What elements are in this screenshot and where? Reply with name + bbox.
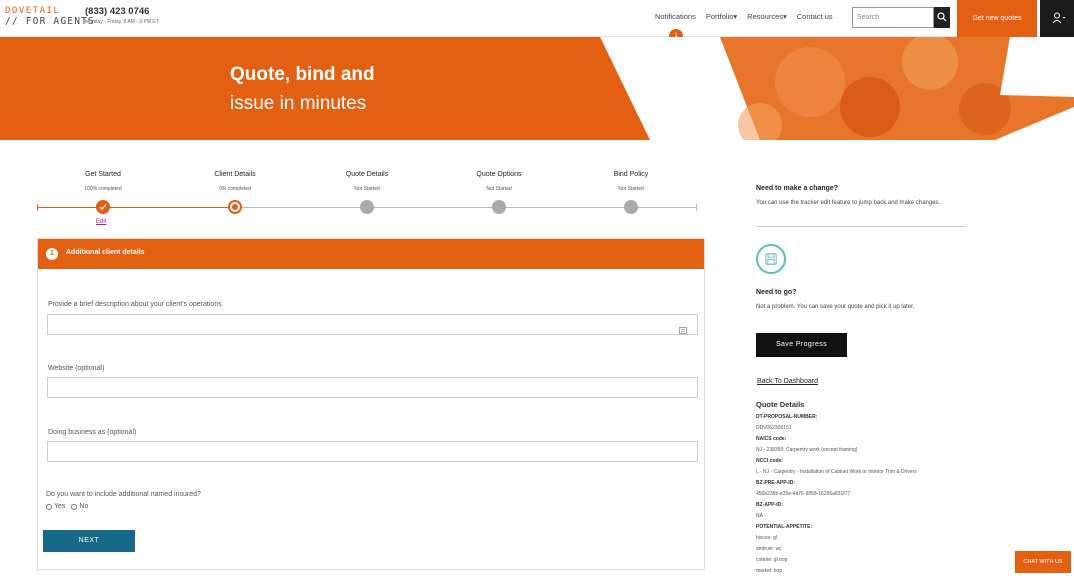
top-navigation: DOVETAIL // FOR AGENTS (833) 423 0746 Mo… <box>0 0 1074 37</box>
checkmark-icon <box>99 204 107 210</box>
detail-value: hiscox: gl <box>756 535 777 541</box>
detail-value: coterie: gl bop <box>756 557 788 563</box>
tracker-cap-right <box>696 204 697 211</box>
detail-key: NCCI code: <box>756 458 783 464</box>
tracker-cap-left <box>37 204 38 211</box>
go-title-wrap: Need to go? <box>756 289 796 296</box>
logo-line2: // FOR AGENTS <box>5 16 95 27</box>
step-pending-dot <box>360 200 374 214</box>
sidebar-divider <box>756 226 966 227</box>
edit-step-link[interactable]: Edit <box>96 219 106 225</box>
detail-key: NAICS code: <box>756 436 787 442</box>
logo-line1: DOVETAIL <box>5 6 61 16</box>
detail-key: POTENTIAL-APPETITE: <box>756 524 813 530</box>
detail-value: markel: bop <box>756 568 783 574</box>
back-to-dashboard-link[interactable]: Back To Dashboard <box>757 378 818 385</box>
tracker-step-client-details: Client Details 0% completed <box>175 171 295 192</box>
website-label: Website (optional) <box>48 365 105 372</box>
dba-label: Doing business as (optional) <box>48 429 137 436</box>
detail-key: BZ-APP-ID: <box>756 502 783 508</box>
step-title: Get Started <box>85 171 121 178</box>
step-title: Quote Details <box>345 171 389 178</box>
detail-value: NA <box>756 513 763 519</box>
get-new-quotes-button[interactable]: Get new quotes <box>957 0 1037 37</box>
nav-contact[interactable]: Contact us <box>797 12 833 21</box>
radio-no-label: No <box>79 503 89 510</box>
step-status: 100% completed <box>84 186 122 192</box>
named-insured-radio-group: Yes No <box>46 503 94 510</box>
tracker-step-quote-options: Quote Options Not Started <box>439 171 559 192</box>
radio-yes[interactable]: Yes <box>46 503 65 510</box>
step-complete-dot[interactable] <box>96 200 110 214</box>
search-icon <box>937 12 947 22</box>
next-button[interactable]: NEXT <box>43 530 135 552</box>
quote-details-title: Quote Details <box>756 400 805 409</box>
detail-value: L - NJ - Carpentry - Installation of Cab… <box>756 469 917 475</box>
hero-decoration <box>600 37 1074 140</box>
client-details-form: 1 Additional client details Provide a br… <box>37 238 705 570</box>
detail-value: DDV062300151 <box>756 425 792 431</box>
nav-resources[interactable]: Resources▾ <box>747 12 787 21</box>
website-field[interactable] <box>47 377 698 398</box>
radio-circle[interactable] <box>46 503 52 510</box>
nav-portfolio[interactable]: Portfolio▾ <box>706 12 737 21</box>
user-icon <box>1052 12 1066 24</box>
user-menu-button[interactable] <box>1040 0 1074 37</box>
tracker-step-get-started: Get Started 100% completed <box>43 171 163 192</box>
step-status: Not Started <box>486 186 512 192</box>
change-heading: Need to make a change? <box>756 185 839 192</box>
named-insured-question: Do you want to include additional named … <box>46 491 201 498</box>
contact-phone: (833) 423 0746 Monday - Friday, 8 AM - 9… <box>85 6 159 25</box>
detail-value: amtrust: wc <box>756 546 782 552</box>
search-input[interactable]: Search <box>852 7 934 28</box>
business-hours: Monday - Friday, 8 AM - 9 PM ET <box>85 19 159 25</box>
dovetail-logo[interactable]: DOVETAIL // FOR AGENTS <box>5 6 95 27</box>
dba-field[interactable] <box>47 441 698 462</box>
search-button[interactable] <box>934 7 950 28</box>
change-text: You can use the tracker edit feature to … <box>756 200 941 206</box>
hero-banner: Quote, bind and issue in minutes <box>0 37 1074 140</box>
step-status: 0% completed <box>219 186 251 192</box>
chat-with-us-button[interactable]: CHAT WITH US <box>1015 551 1071 573</box>
section-number: 1 <box>46 248 58 260</box>
step-title: Bind Policy <box>613 171 649 178</box>
step-status: Not Started <box>354 186 380 192</box>
go-heading: Need to go? <box>756 289 797 296</box>
tracker-step-quote-details: Quote Details Not Started <box>307 171 427 192</box>
radio-yes-label: Yes <box>54 503 66 510</box>
description-label: Provide a brief description about your c… <box>48 301 222 308</box>
form-header: 1 Additional client details <box>38 239 704 269</box>
step-title: Client Details <box>214 171 256 178</box>
hero-title: Quote, bind and <box>230 64 375 85</box>
phone-number: (833) 423 0746 <box>85 6 150 17</box>
save-progress-button[interactable]: Save Progress <box>756 333 847 357</box>
step-pending-dot <box>492 200 506 214</box>
nav-links: Notifications Portfolio▾ Resources▾ Cont… <box>655 12 843 21</box>
detail-key: DT-PROPOSAL-NUMBER: <box>756 414 818 420</box>
hero-subtitle: issue in minutes <box>230 93 367 114</box>
radio-no[interactable]: No <box>71 503 88 510</box>
step-current-dot[interactable] <box>228 200 242 214</box>
tracker-step-bind-policy: Bind Policy Not Started <box>571 171 691 192</box>
change-title: Need to make a change? <box>756 185 838 192</box>
radio-circle[interactable] <box>71 503 78 510</box>
tracker-line-completed <box>37 207 235 208</box>
detail-value: 456b236b-e25e-4d76-9858-16256a831f77 <box>756 491 851 497</box>
detail-key: BZ-PRE-APP-ID: <box>756 480 795 486</box>
step-pending-dot <box>624 200 638 214</box>
text-area-icon <box>679 321 687 339</box>
quote-details-panel: Quote Details DT-PROPOSAL-NUMBER: DDV062… <box>756 400 996 577</box>
detail-value: NJ - 238350: Carpentry work (except fram… <box>756 447 858 453</box>
step-status: Not Started <box>618 186 644 192</box>
save-icon <box>756 244 786 274</box>
go-text: Not a problem. You can save your quote a… <box>756 304 915 310</box>
description-field[interactable] <box>47 314 698 335</box>
nav-notifications[interactable]: Notifications <box>655 12 696 21</box>
section-title: Additional client details <box>66 249 145 256</box>
step-title: Quote Options <box>476 171 522 178</box>
